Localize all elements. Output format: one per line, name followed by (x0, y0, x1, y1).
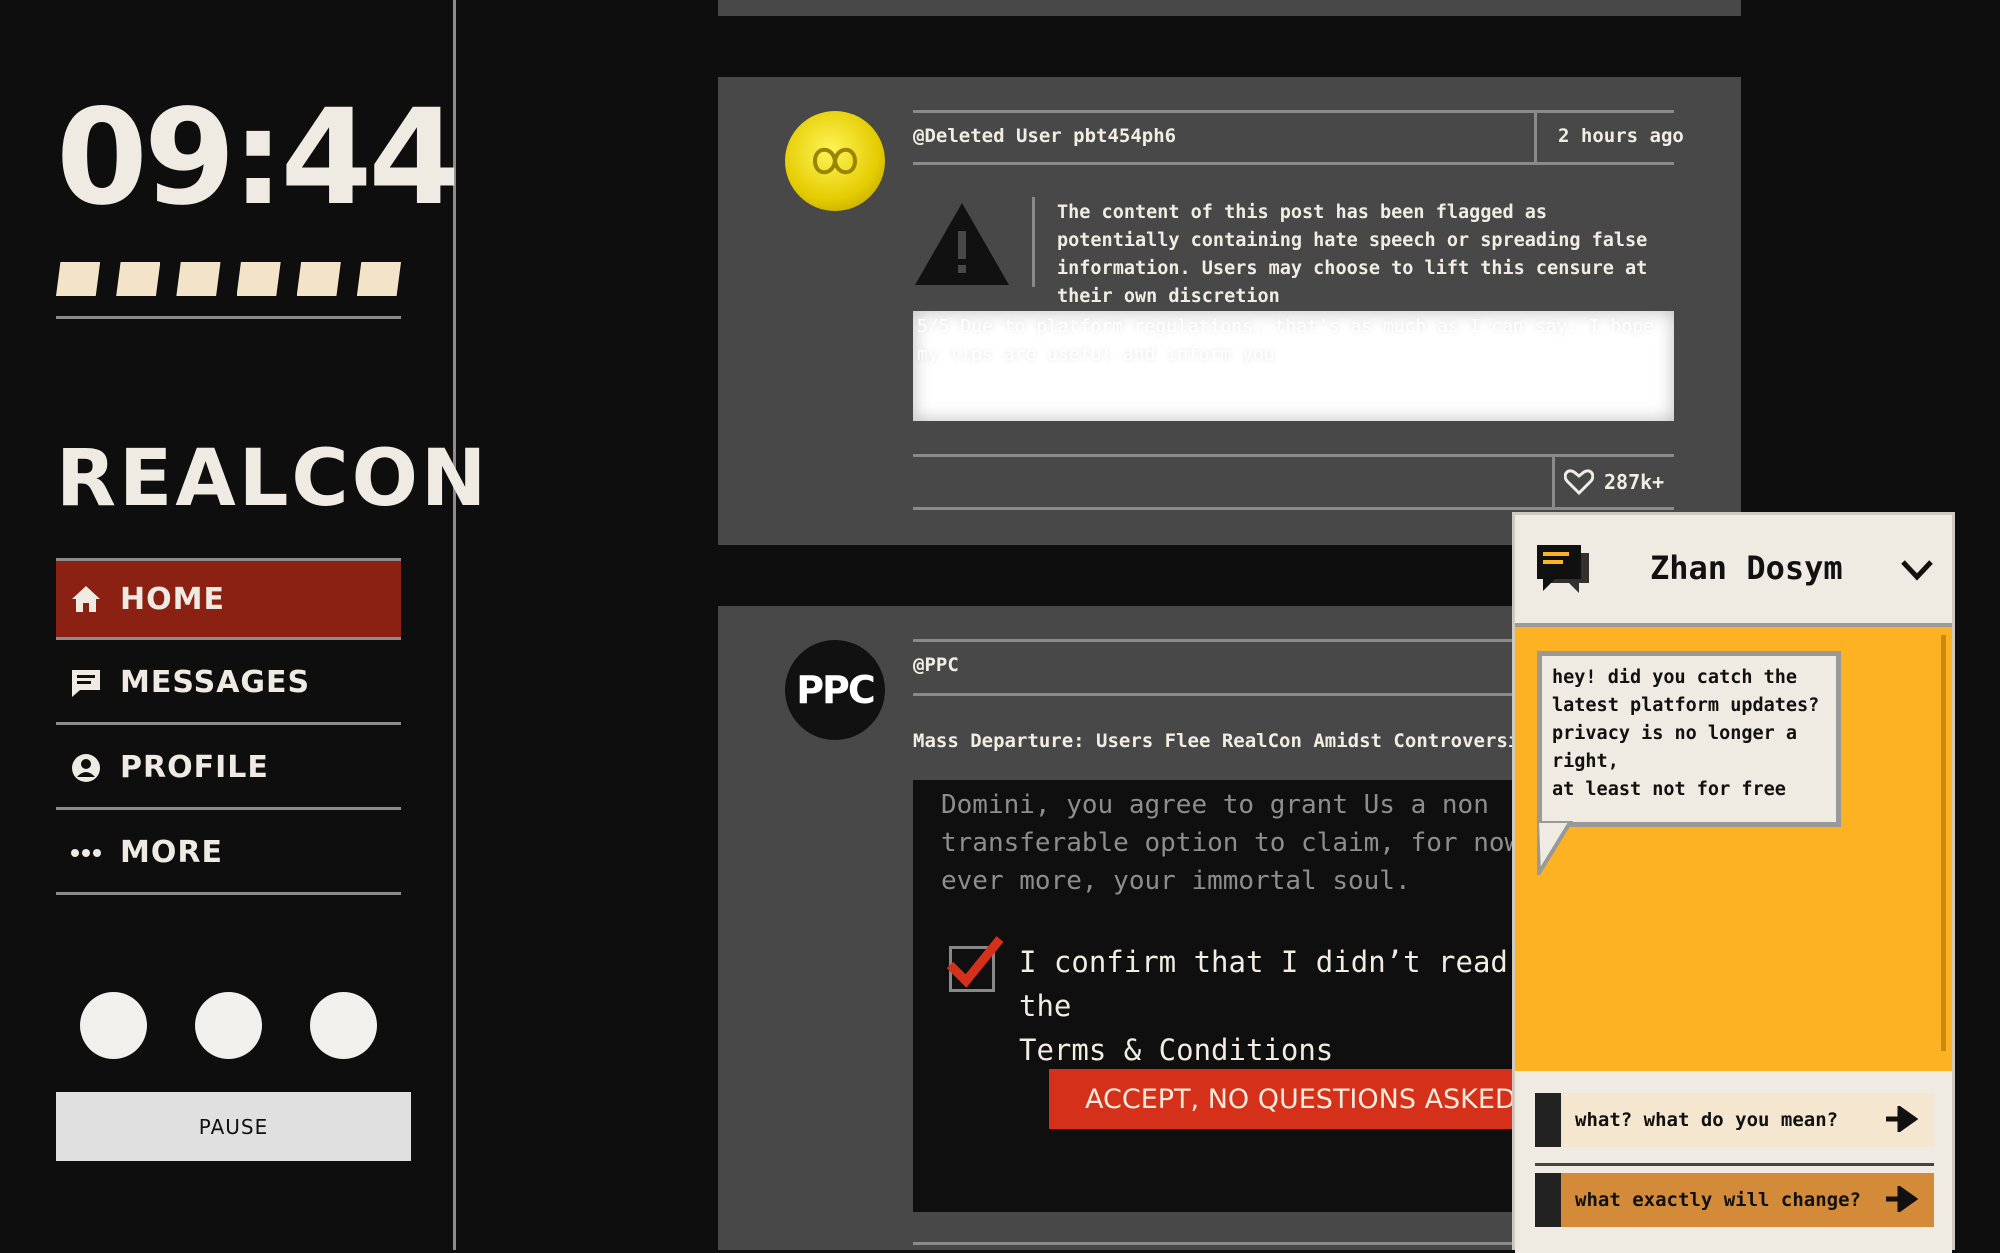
divider (913, 639, 1533, 642)
nav-home[interactable]: HOME (56, 558, 401, 640)
divider (913, 507, 1674, 510)
divider (913, 162, 1674, 165)
chat-contact-name: Zhan Dosym (1650, 549, 1843, 587)
pause-button[interactable]: PAUSE (56, 1092, 411, 1161)
message-icon (66, 668, 106, 698)
post-timestamp: 2 hours ago (1558, 125, 1684, 147)
heart-icon (1564, 469, 1594, 495)
clock: 09:44 (56, 81, 460, 235)
like-count: 287k+ (1604, 470, 1665, 494)
nav-label: PROFILE (120, 750, 269, 785)
status-dot (310, 992, 377, 1059)
status-dot (80, 992, 147, 1059)
post-card-previous (718, 0, 1741, 16)
blurred-post-content[interactable]: 5/5 Due to platform regulations, that's … (913, 311, 1674, 421)
reply-option[interactable]: what exactly will change? (1535, 1173, 1934, 1227)
accept-button[interactable]: ACCEPT, NO QUESTIONS ASKED (1049, 1069, 1533, 1129)
divider (913, 693, 1533, 696)
divider (913, 1242, 1533, 1245)
chevron-down-icon[interactable] (1900, 559, 1934, 581)
like-button[interactable]: 287k+ (1564, 469, 1664, 495)
infinity-icon (812, 147, 858, 175)
sidebar: 09:44 REALCON HOME MESSAGES PROFILE MORE… (0, 0, 490, 1250)
nav-messages[interactable]: MESSAGES (56, 643, 401, 725)
chat-icon (1537, 545, 1589, 593)
reply-option[interactable]: what? what do you mean? (1535, 1093, 1934, 1147)
nav-more[interactable]: MORE (56, 813, 401, 895)
bubble-tail (1537, 821, 1574, 875)
nav-label: HOME (120, 581, 225, 617)
warning-icon (915, 203, 1009, 285)
profile-icon (66, 753, 106, 783)
more-icon (66, 848, 106, 858)
status-dot (195, 992, 262, 1059)
nav-label: MESSAGES (120, 665, 311, 700)
chat-header[interactable]: Zhan Dosym (1515, 515, 1952, 627)
divider (913, 454, 1674, 457)
chat-scrollbar[interactable] (1941, 635, 1946, 1051)
battery-indicator (56, 262, 402, 296)
reply-options: what? what do you mean? what exactly wil… (1515, 1071, 1952, 1253)
chat-message: hey! did you catch the latest platform u… (1537, 651, 1841, 827)
terms-text: Domini, you agree to grant Us a non tran… (941, 790, 1521, 896)
terms-dialog: Domini, you agree to grant Us a non tran… (913, 780, 1533, 1212)
moderation-warning: The content of this post has been flagge… (1057, 202, 1648, 307)
checkmark-icon (946, 936, 1004, 988)
post-headline: Mass Departure: Users Flee RealCon Amids… (913, 730, 1577, 752)
divider (56, 316, 401, 319)
arrow-right-icon (1886, 1106, 1918, 1132)
post-author[interactable]: @PPC (913, 654, 959, 676)
nav-profile[interactable]: PROFILE (56, 728, 401, 810)
user-avatar[interactable]: PPC (785, 640, 885, 740)
user-avatar[interactable] (785, 111, 885, 211)
arrow-right-icon (1886, 1186, 1918, 1212)
post-card: @Deleted User pbt454ph6 2 hours ago The … (718, 77, 1741, 545)
confirm-label: I confirm that I didn’t read the Terms &… (1019, 945, 1508, 1067)
home-icon (66, 584, 106, 614)
divider (913, 110, 1674, 113)
chat-widget: Zhan Dosym hey! did you catch the latest… (1512, 512, 1955, 1253)
nav-label: MORE (120, 835, 223, 870)
post-author[interactable]: @Deleted User pbt454ph6 (913, 125, 1176, 147)
status-dots (80, 992, 377, 1059)
app-logo: REALCON (56, 434, 490, 524)
confirm-checkbox[interactable] (946, 936, 1004, 992)
